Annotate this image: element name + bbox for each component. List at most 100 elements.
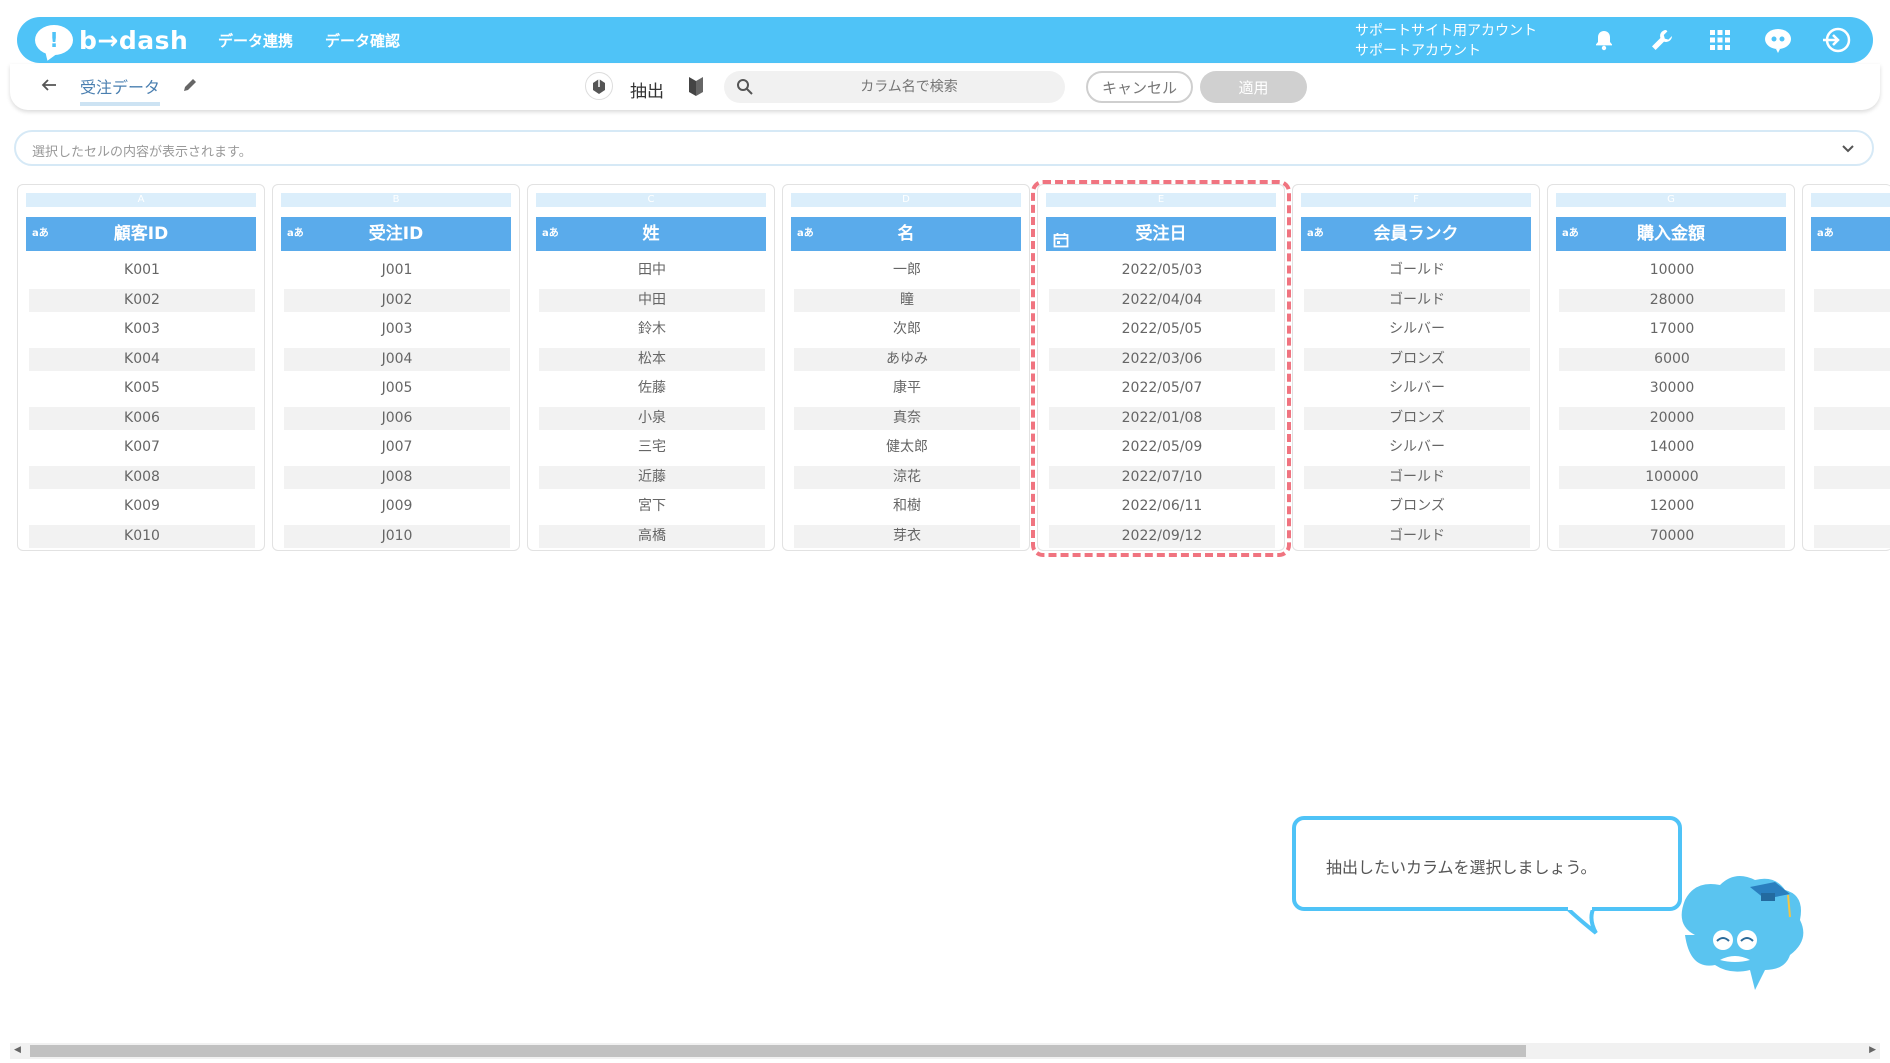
- table-cell[interactable]: 三宅: [539, 436, 765, 459]
- cell-content-bar[interactable]: 選択したセルの内容が表示されます。: [14, 130, 1874, 166]
- column-header[interactable]: aあ: [1811, 217, 1890, 251]
- table-cell[interactable]: [1814, 407, 1890, 430]
- table-cell[interactable]: K008: [29, 466, 255, 489]
- table-cell[interactable]: [1814, 436, 1890, 459]
- table-cell[interactable]: 2022/06/11: [1049, 495, 1275, 518]
- table-cell[interactable]: [1814, 318, 1890, 341]
- logout-icon[interactable]: [1821, 25, 1851, 55]
- table-cell[interactable]: シルバー: [1304, 318, 1530, 341]
- table-cell[interactable]: 宮下: [539, 495, 765, 518]
- table-cell[interactable]: ゴールド: [1304, 289, 1530, 312]
- table-cell[interactable]: 20000: [1559, 407, 1785, 430]
- column-b[interactable]: Baあ 受注ID J001 J002 J003 J004 J005 J006 J007 J008 J…: [272, 184, 520, 551]
- table-cell[interactable]: J001: [284, 259, 510, 282]
- column-f[interactable]: Faあ 会員ランク ゴールド ゴールド シルバー ブロンズ シルバー ブロンズ シルバー ゴールド…: [1292, 184, 1540, 551]
- scrollbar-thumb[interactable]: [30, 1045, 1526, 1057]
- column-header[interactable]: aあ 名: [791, 217, 1021, 251]
- chevron-down-icon[interactable]: [1840, 140, 1856, 160]
- table-cell[interactable]: 2022/03/06: [1049, 348, 1275, 371]
- bell-icon[interactable]: [1589, 25, 1619, 55]
- table-cell[interactable]: [1814, 466, 1890, 489]
- table-cell[interactable]: J004: [284, 348, 510, 371]
- cancel-button[interactable]: キャンセル: [1086, 71, 1193, 103]
- table-cell[interactable]: 2022/05/03: [1049, 259, 1275, 282]
- table-cell[interactable]: J003: [284, 318, 510, 341]
- column-header[interactable]: 受注日: [1046, 217, 1276, 251]
- table-cell[interactable]: あゆみ: [794, 348, 1020, 371]
- table-cell[interactable]: 6000: [1559, 348, 1785, 371]
- column-header[interactable]: aあ 受注ID: [281, 217, 511, 251]
- table-cell[interactable]: 2022/01/08: [1049, 407, 1275, 430]
- table-cell[interactable]: ゴールド: [1304, 525, 1530, 548]
- table-cell[interactable]: 30000: [1559, 377, 1785, 400]
- table-cell[interactable]: J007: [284, 436, 510, 459]
- table-cell[interactable]: 2022/05/09: [1049, 436, 1275, 459]
- column-partial[interactable]: aあ: [1802, 184, 1890, 551]
- table-cell[interactable]: [1814, 289, 1890, 312]
- horizontal-scrollbar[interactable]: ◀ ▶: [10, 1043, 1880, 1059]
- table-cell[interactable]: K001: [29, 259, 255, 282]
- table-cell[interactable]: K006: [29, 407, 255, 430]
- pencil-icon[interactable]: [182, 77, 198, 97]
- table-cell[interactable]: ゴールド: [1304, 259, 1530, 282]
- extract-icon[interactable]: [585, 72, 613, 100]
- table-cell[interactable]: 2022/07/10: [1049, 466, 1275, 489]
- table-title[interactable]: 受注データ: [80, 74, 161, 106]
- table-cell[interactable]: シルバー: [1304, 436, 1530, 459]
- table-cell[interactable]: 康平: [794, 377, 1020, 400]
- table-cell[interactable]: [1814, 495, 1890, 518]
- table-cell[interactable]: 佐藤: [539, 377, 765, 400]
- scroll-right-icon[interactable]: ▶: [1869, 1045, 1876, 1055]
- table-cell[interactable]: 和樹: [794, 495, 1020, 518]
- table-cell[interactable]: [1814, 525, 1890, 548]
- table-cell[interactable]: K009: [29, 495, 255, 518]
- column-c[interactable]: Caあ 姓田中 中田 鈴木 松本 佐藤 小泉 三宅 近藤 宮下 高橋: [527, 184, 775, 551]
- table-cell[interactable]: J008: [284, 466, 510, 489]
- table-cell[interactable]: J002: [284, 289, 510, 312]
- table-cell[interactable]: 松本: [539, 348, 765, 371]
- table-cell[interactable]: 次郎: [794, 318, 1020, 341]
- table-cell[interactable]: K005: [29, 377, 255, 400]
- table-cell[interactable]: 健太郎: [794, 436, 1020, 459]
- column-d[interactable]: Daあ 名一郎瞳次郎 あゆみ 康平 真奈 健太郎 涼花 和樹 芽衣: [782, 184, 1030, 551]
- table-cell[interactable]: [1814, 259, 1890, 282]
- table-cell[interactable]: K007: [29, 436, 255, 459]
- table-cell[interactable]: J005: [284, 377, 510, 400]
- column-header[interactable]: aあ 購入金額: [1556, 217, 1786, 251]
- column-g[interactable]: Gaあ 購入金額 10000 28000 17000 6000 30000 20000 1400…: [1547, 184, 1795, 551]
- table-cell[interactable]: J006: [284, 407, 510, 430]
- apps-grid-icon[interactable]: [1705, 25, 1735, 55]
- table-cell[interactable]: 10000: [1559, 259, 1785, 282]
- table-cell[interactable]: [1814, 377, 1890, 400]
- column-header[interactable]: aあ 姓: [536, 217, 766, 251]
- table-cell[interactable]: K003: [29, 318, 255, 341]
- table-cell[interactable]: ブロンズ: [1304, 407, 1530, 430]
- table-cell[interactable]: 2022/04/04: [1049, 289, 1275, 312]
- beginner-mark-icon[interactable]: [688, 75, 704, 101]
- table-cell[interactable]: 涼花: [794, 466, 1020, 489]
- column-search-input[interactable]: [764, 71, 1054, 103]
- table-cell[interactable]: 2022/09/12: [1049, 525, 1275, 548]
- nav-data-integration[interactable]: データ連携: [218, 30, 293, 51]
- table-cell[interactable]: 近藤: [539, 466, 765, 489]
- table-cell[interactable]: 田中: [539, 259, 765, 282]
- table-cell[interactable]: 28000: [1559, 289, 1785, 312]
- column-a[interactable]: Aaあ 顧客ID K001 K002 K003 K004 K005 K006 K007 K008 K…: [17, 184, 265, 551]
- table-cell[interactable]: 瞳: [794, 289, 1020, 312]
- table-cell[interactable]: 高橋: [539, 525, 765, 548]
- table-cell[interactable]: 14000: [1559, 436, 1785, 459]
- table-cell[interactable]: シルバー: [1304, 377, 1530, 400]
- account-info[interactable]: サポートサイト用アカウント サポートアカウント: [1355, 21, 1537, 61]
- table-cell[interactable]: J010: [284, 525, 510, 548]
- table-cell[interactable]: K002: [29, 289, 255, 312]
- table-cell[interactable]: 芽衣: [794, 525, 1020, 548]
- table-cell[interactable]: 小泉: [539, 407, 765, 430]
- table-cell[interactable]: ブロンズ: [1304, 495, 1530, 518]
- scroll-left-icon[interactable]: ◀: [14, 1045, 21, 1055]
- table-cell[interactable]: ブロンズ: [1304, 348, 1530, 371]
- table-cell[interactable]: 2022/05/05: [1049, 318, 1275, 341]
- table-cell[interactable]: 真奈: [794, 407, 1020, 430]
- table-cell[interactable]: ゴールド: [1304, 466, 1530, 489]
- table-cell[interactable]: 12000: [1559, 495, 1785, 518]
- support-mascot-icon[interactable]: [1763, 25, 1793, 55]
